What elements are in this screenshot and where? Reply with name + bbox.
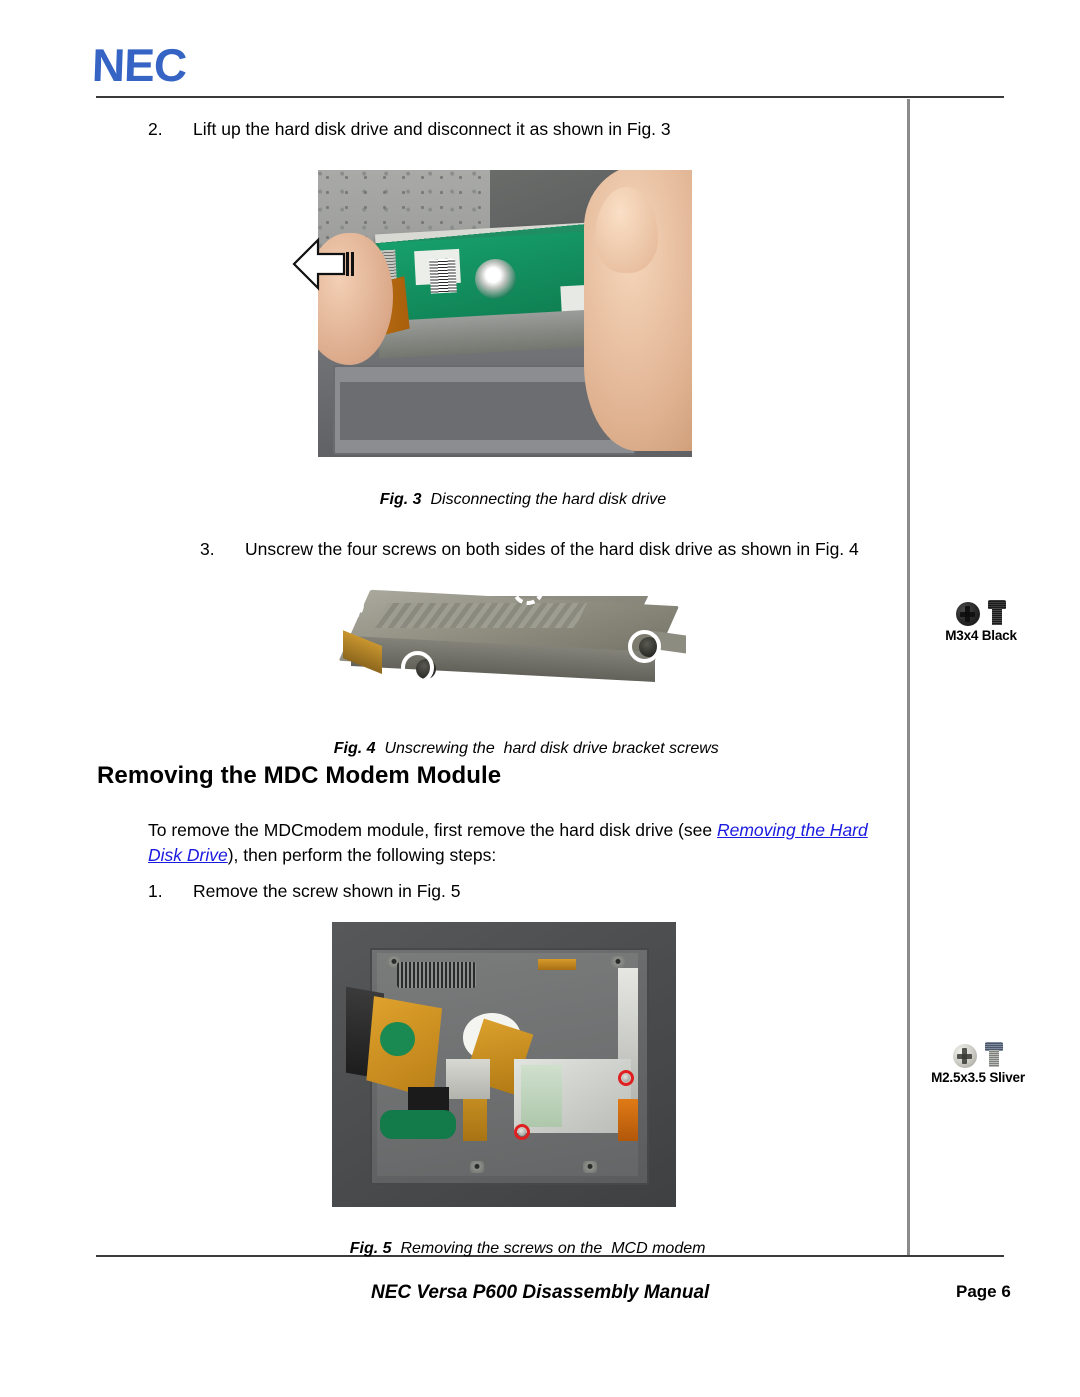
screw-illustrations: [906, 596, 1056, 626]
figure-3-number: Fig. 3: [379, 491, 422, 508]
figure-3-caption: Fig. 3 Disconnecting the hard disk drive: [362, 473, 666, 527]
step-number: 2.: [148, 119, 163, 139]
photo-green-sticker: [380, 1021, 415, 1056]
screw-head-top-view-icon: [952, 1044, 977, 1068]
figure-4-photo: [312, 578, 697, 704]
margin-note-screw-m25x35: M2.5x3.5 Sliver: [898, 1038, 1058, 1085]
photo-antenna-coil: [397, 961, 477, 988]
photo-modem-label: [521, 1064, 563, 1128]
step-item-1: 1. Remove the screw shown in Fig. 5: [148, 880, 848, 904]
photo-bay-corner-screw: [469, 1161, 484, 1174]
photo-bay-corner-screw: [583, 1161, 598, 1174]
step-number: 3.: [200, 539, 215, 559]
screw-spec-label: M3x4 Black: [945, 628, 1017, 643]
figure-3-photo: [318, 170, 692, 457]
screw-location-marker-red: [514, 1124, 531, 1141]
step-number: 1.: [148, 881, 163, 901]
step-text: Unscrew the four screws on both sides of…: [245, 539, 859, 559]
screw-side-view-icon: [987, 600, 1007, 626]
photo-silver-panel: [445, 1058, 491, 1099]
step-item-3: 3. Unscrew the four screws on both sides…: [200, 538, 890, 562]
intro-paragraph: To remove the MDCmodem module, first rem…: [148, 818, 888, 867]
figure-4-caption-text: Unscrewing the hard disk drive bracket s…: [375, 740, 719, 757]
step-text: Remove the screw shown in Fig. 5: [193, 881, 461, 901]
photo-drive-barcode: [429, 258, 458, 295]
direction-arrow-icon: [292, 237, 354, 291]
manual-page: NEC 2. Lift up the hard disk drive and d…: [0, 0, 1080, 1397]
figure-5-photo: [332, 922, 676, 1207]
photo-bracket-lid: [375, 603, 588, 629]
figure-3-caption-text: Disconnecting the hard disk drive: [421, 491, 667, 508]
screw-side-view-icon: [984, 1042, 1004, 1068]
screw-location-marker: [400, 651, 434, 685]
step-item-2: 2. Lift up the hard disk drive and disco…: [148, 118, 868, 142]
photo-orange-cable: [617, 1098, 639, 1142]
step-text: Lift up the hard disk drive and disconne…: [193, 119, 671, 139]
screw-head-top-view-icon: [955, 602, 980, 626]
section-heading: Removing the MDC Modem Module: [97, 762, 502, 789]
margin-note-screw-m3x4: M3x4 Black: [906, 596, 1056, 643]
photo-drive-bay-inner: [340, 382, 610, 440]
footer-document-title: NEC Versa P600 Disassembly Manual: [371, 1282, 710, 1303]
screw-location-marker-red: [617, 1070, 634, 1087]
paragraph-text-after: ), then perform the following steps:: [227, 844, 497, 865]
screw-illustrations: [898, 1038, 1058, 1068]
figure-5-caption-text: Removing the screws on the MCD modem: [391, 1240, 706, 1257]
photo-bay-corner-screw: [610, 956, 625, 969]
header-rule: [96, 96, 1004, 98]
figure-5-caption: Fig. 5 Removing the screws on the MCD mo…: [332, 1222, 706, 1276]
figure-4-number: Fig. 4: [333, 740, 376, 757]
screw-spec-label: M2.5x3.5 Sliver: [931, 1070, 1025, 1085]
screw-location-marker: [627, 629, 661, 663]
nec-logo: NEC: [91, 39, 188, 91]
paragraph-text-before: To remove the MDCmodem module, first rem…: [148, 820, 717, 840]
footer-page-number: Page 6: [956, 1282, 1011, 1301]
photo-green-wire-bundle: [380, 1110, 456, 1139]
photo-small-flex-tab: [538, 959, 577, 971]
figure-5-number: Fig. 5: [349, 1240, 392, 1257]
